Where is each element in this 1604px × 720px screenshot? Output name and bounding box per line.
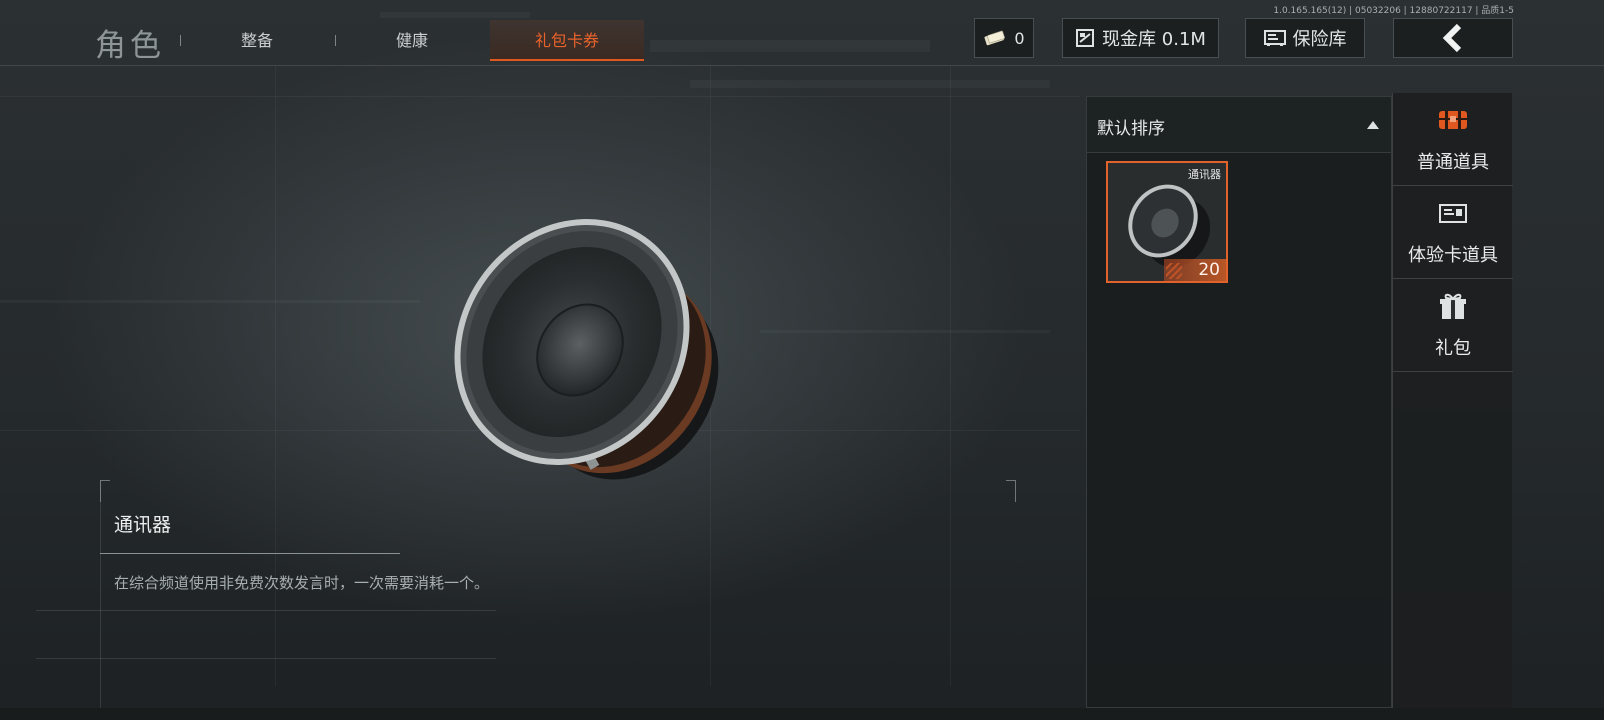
chevron-left-icon bbox=[1442, 23, 1462, 53]
safe-label: 保险库 bbox=[1292, 29, 1347, 50]
glitch-band bbox=[760, 330, 1050, 333]
speaker-icon bbox=[454, 219, 719, 480]
divider bbox=[100, 480, 101, 710]
tab-health[interactable]: 健康 bbox=[335, 20, 489, 61]
back-button[interactable] bbox=[1393, 18, 1513, 58]
caret-up-icon bbox=[1367, 121, 1379, 129]
version-info: 1.0.165.165(12) | 05032206 | 12880722117… bbox=[1273, 6, 1514, 16]
divider bbox=[36, 610, 496, 611]
category-label: 礼包 bbox=[1435, 338, 1471, 359]
game-screen: 角色 整备 健康 礼包卡券 1.0.165.165(12) | 05032206… bbox=[0, 0, 1604, 720]
category-sidebar: 普通道具 体验卡道具 礼包 bbox=[1392, 93, 1513, 708]
item-count: 20 bbox=[1164, 259, 1226, 281]
category-common-items[interactable]: 普通道具 bbox=[1393, 93, 1513, 186]
safe-vault-button[interactable]: 保险库 bbox=[1245, 18, 1365, 58]
category-trial-card-items[interactable]: 体验卡道具 bbox=[1393, 186, 1513, 279]
tab-gift-cards[interactable]: 礼包卡券 bbox=[490, 20, 644, 61]
glitch-band bbox=[690, 80, 1050, 88]
divider bbox=[36, 658, 496, 659]
category-label: 体验卡道具 bbox=[1408, 245, 1498, 266]
bottom-strip bbox=[0, 708, 1604, 720]
item-description: 在综合频道使用非免费次数发言时，一次需要消耗一个。 bbox=[114, 574, 490, 592]
grid-line bbox=[0, 96, 1080, 97]
tab-equipment[interactable]: 整备 bbox=[180, 20, 334, 61]
category-label: 普通道具 bbox=[1417, 152, 1489, 173]
frame-bracket bbox=[100, 480, 110, 502]
item-info-panel: 通讯器 在综合频道使用非免费次数发言时，一次需要消耗一个。 bbox=[36, 480, 1030, 710]
item-card-name: 通讯器 bbox=[1188, 168, 1221, 181]
item-card[interactable]: 通讯器 20 bbox=[1106, 161, 1228, 283]
cash-vault-button[interactable]: 现金库 0.1M bbox=[1062, 18, 1219, 58]
frame-bracket bbox=[1006, 480, 1016, 502]
safe-icon bbox=[1263, 30, 1286, 46]
top-nav-bar: 角色 整备 健康 礼包卡券 1.0.165.165(12) | 05032206… bbox=[0, 0, 1604, 66]
cash-icon bbox=[984, 30, 1006, 46]
id-card-icon bbox=[1439, 204, 1467, 223]
vault-icon bbox=[1076, 29, 1095, 47]
category-gift-packs[interactable]: 礼包 bbox=[1393, 279, 1513, 372]
cash-counter-button[interactable]: 0 bbox=[974, 18, 1034, 58]
sort-label: 默认排序 bbox=[1097, 119, 1165, 139]
chest-icon bbox=[1439, 111, 1467, 129]
cash-vault-label: 现金库 0.1M bbox=[1102, 29, 1206, 50]
glitch-band bbox=[0, 300, 420, 303]
gift-icon bbox=[1440, 293, 1466, 319]
cash-count: 0 bbox=[1014, 28, 1025, 48]
sort-dropdown[interactable]: 默认排序 bbox=[1087, 97, 1391, 153]
items-panel: 默认排序 通讯器 20 bbox=[1086, 96, 1392, 708]
item-name: 通讯器 bbox=[114, 514, 172, 536]
page-title: 角色 bbox=[95, 28, 165, 64]
divider bbox=[100, 553, 400, 554]
